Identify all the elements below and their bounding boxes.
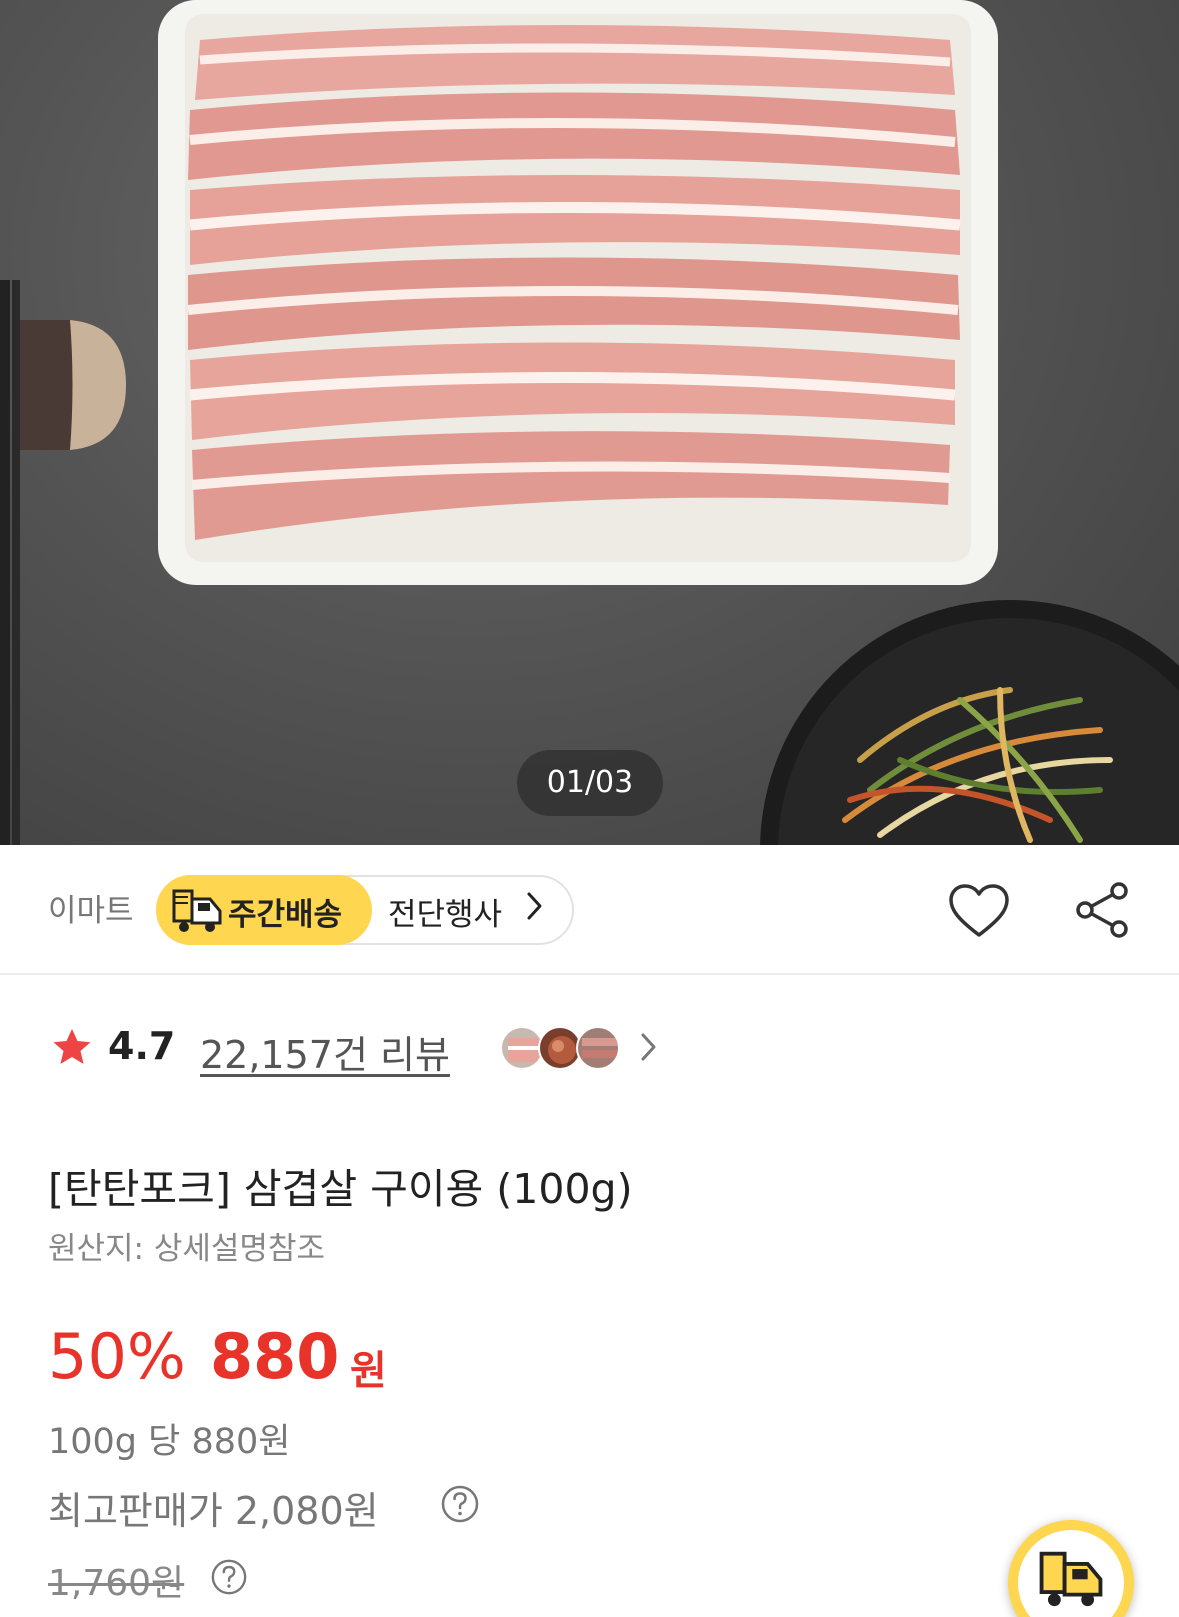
currency-label: 원 bbox=[350, 1348, 387, 1394]
original-price: 1,760원 bbox=[48, 1563, 185, 1604]
seller-name[interactable]: 이마트 bbox=[48, 885, 134, 930]
event-label: 전단행사 bbox=[388, 897, 503, 933]
star-icon bbox=[53, 1029, 91, 1064]
delivery-label: 주간배송 bbox=[228, 897, 343, 933]
question-circle-icon[interactable] bbox=[440, 1484, 480, 1524]
heart-icon[interactable] bbox=[948, 883, 1010, 939]
rating-row[interactable]: 4.7 22,157건 리뷰 bbox=[0, 1020, 1179, 1080]
rating-score: 4.7 bbox=[108, 1024, 176, 1068]
product-origin: 원산지: 상세설명참조 bbox=[48, 1231, 325, 1267]
truck-icon bbox=[1039, 1551, 1103, 1607]
truck-icon bbox=[172, 889, 222, 932]
review-thumbnail bbox=[576, 1026, 620, 1070]
review-count-link[interactable]: 22,157건 리뷰 bbox=[200, 1024, 450, 1079]
sale-price: 880 bbox=[210, 1320, 340, 1393]
review-thumbnails[interactable] bbox=[500, 1026, 630, 1070]
delivery-badge[interactable]: 주간배송 bbox=[156, 875, 372, 945]
image-counter: 01/03 bbox=[517, 750, 663, 816]
seller-row: 이마트 주간배송 전단행사 bbox=[0, 845, 1179, 975]
chevron-right-icon[interactable] bbox=[640, 1032, 658, 1062]
discount-rate: 50% bbox=[48, 1320, 186, 1393]
product-title: [탄탄포크] 삼겹살 구이용 (100g) bbox=[48, 1165, 633, 1213]
product-photo bbox=[0, 0, 1179, 845]
floating-delivery-button[interactable] bbox=[1008, 1520, 1134, 1617]
unit-price: 100g 당 880원 bbox=[48, 1422, 291, 1462]
share-icon[interactable] bbox=[1075, 881, 1131, 939]
product-image-gallery[interactable]: 01/03 bbox=[0, 0, 1179, 845]
question-circle-icon[interactable] bbox=[210, 1558, 248, 1596]
chevron-right-icon bbox=[527, 892, 542, 920]
max-price: 최고판매가 2,080원 bbox=[48, 1489, 379, 1533]
